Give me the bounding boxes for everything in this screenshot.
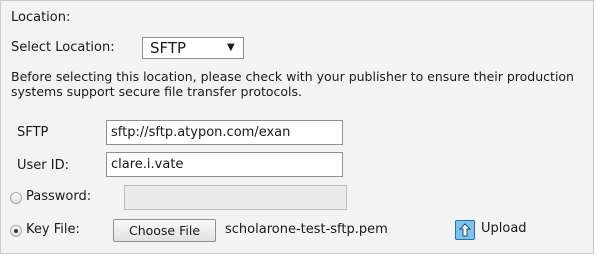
password-label: Password: [26,189,92,204]
password-radio[interactable] [10,192,22,204]
user-id-input[interactable]: clare.i.vate [106,152,343,177]
selected-file-name: scholarone-test-sftp.pem [225,222,388,237]
chevron-down-icon: ▼ [227,42,235,53]
sftp-url-input[interactable]: sftp://sftp.atypon.com/exan [106,120,343,145]
choose-file-button[interactable]: Choose File [113,219,216,242]
key-file-label: Key File: [26,222,80,237]
sftp-label: SFTP [17,125,49,140]
upload-label: Upload [481,221,527,236]
select-location-label: Select Location: [11,40,115,55]
select-location-value: SFTP [150,39,187,57]
key-file-radio[interactable] [10,225,22,237]
location-heading: Location: [11,10,71,25]
upload-arrow-icon [455,220,475,240]
select-location-dropdown[interactable]: SFTP ▼ [142,37,244,59]
location-panel: Location: Select Location: SFTP ▼ Before… [0,0,594,254]
sftp-info-text: Before selecting this location, please c… [11,69,574,99]
password-input[interactable] [124,185,347,210]
user-id-label: User ID: [17,158,69,173]
